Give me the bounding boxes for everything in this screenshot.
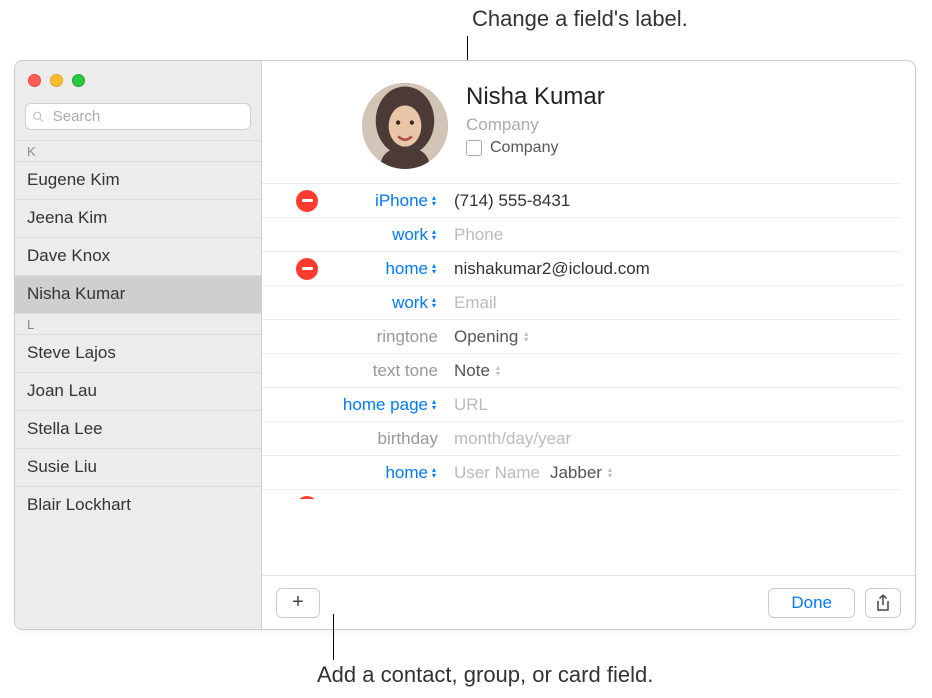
- field-label-dropdown[interactable]: home ▴▾: [324, 259, 444, 279]
- search-wrapper: [15, 97, 261, 140]
- contact-item-stella-lee[interactable]: Stella Lee: [15, 410, 261, 448]
- field-label: home page: [343, 395, 428, 415]
- field-row: birthday month/day/year: [262, 421, 901, 455]
- field-label: work: [392, 293, 428, 313]
- avatar[interactable]: [362, 83, 448, 169]
- field-placeholder[interactable]: Email: [444, 293, 901, 313]
- field-label-dropdown[interactable]: work ▴▾: [324, 293, 444, 313]
- field-value[interactable]: nishakumar2@icloud.com: [444, 259, 901, 279]
- section-header-l: L: [15, 313, 261, 334]
- field-row-partial: [262, 489, 901, 499]
- search-field[interactable]: [25, 103, 251, 130]
- field-label: home: [385, 463, 428, 483]
- minimize-window-button[interactable]: [50, 74, 63, 87]
- callout-bottom-label: Add a contact, group, or card field.: [317, 662, 653, 688]
- field-row: home ▴▾ nishakumar2@icloud.com: [262, 251, 901, 285]
- ringtone-select[interactable]: Opening ▴▾: [454, 327, 530, 347]
- delete-field-button[interactable]: [296, 258, 318, 280]
- callout-bottom-line: [333, 614, 334, 660]
- field-placeholder[interactable]: month/day/year: [444, 429, 901, 449]
- avatar-image: [362, 83, 448, 169]
- contact-card-pane: Nisha Kumar Company Company iPhone ▴▾ (7…: [262, 61, 915, 629]
- sidebar: K Eugene Kim Jeena Kim Dave Knox Nisha K…: [15, 61, 262, 629]
- field-label: work: [392, 225, 428, 245]
- delete-field-button[interactable]: [296, 190, 318, 212]
- delete-field-button[interactable]: [296, 496, 318, 499]
- company-checkbox[interactable]: [466, 140, 482, 156]
- share-icon: [875, 594, 891, 612]
- search-input[interactable]: [51, 107, 244, 126]
- chevron-updown-icon: ▴▾: [522, 331, 530, 343]
- select-value: Jabber: [550, 463, 602, 483]
- done-button[interactable]: Done: [768, 588, 855, 618]
- im-service-select[interactable]: Jabber ▴▾: [550, 463, 614, 483]
- field-label: text tone: [373, 361, 438, 381]
- name-block: Nisha Kumar Company Company: [466, 83, 605, 169]
- contact-item-blair-lockhart[interactable]: Blair Lockhart: [15, 486, 261, 524]
- field-label-dropdown[interactable]: iPhone ▴▾: [324, 191, 444, 211]
- section-header-k: K: [15, 140, 261, 161]
- field-im-row: User Name Jabber ▴▾: [444, 463, 901, 483]
- card-header: Nisha Kumar Company Company: [262, 61, 915, 183]
- field-label-dropdown[interactable]: home ▴▾: [324, 463, 444, 483]
- chevron-updown-icon: ▴▾: [494, 365, 502, 377]
- field-label-static: ringtone: [324, 327, 444, 347]
- field-placeholder[interactable]: URL: [444, 395, 901, 415]
- contact-item-eugene-kim[interactable]: Eugene Kim: [15, 161, 261, 199]
- chevron-updown-icon: ▴▾: [430, 467, 438, 479]
- chevron-updown-icon: ▴▾: [430, 195, 438, 207]
- select-value: Opening: [454, 327, 518, 347]
- add-button[interactable]: +: [276, 588, 320, 618]
- field-select[interactable]: Note ▴▾: [444, 361, 901, 381]
- field-row: text tone Note ▴▾: [262, 353, 901, 387]
- field-row: home page ▴▾ URL: [262, 387, 901, 421]
- search-icon: [32, 110, 45, 124]
- share-button[interactable]: [865, 588, 901, 618]
- field-label-static: text tone: [324, 361, 444, 381]
- field-row: iPhone ▴▾ (714) 555-8431: [262, 183, 901, 217]
- chevron-updown-icon: ▴▾: [430, 263, 438, 275]
- field-select[interactable]: Opening ▴▾: [444, 327, 901, 347]
- field-row: work ▴▾ Phone: [262, 217, 901, 251]
- field-row: ringtone Opening ▴▾: [262, 319, 901, 353]
- chevron-updown-icon: ▴▾: [606, 467, 614, 479]
- close-window-button[interactable]: [28, 74, 41, 87]
- contacts-window: K Eugene Kim Jeena Kim Dave Knox Nisha K…: [14, 60, 916, 630]
- select-value: Note: [454, 361, 490, 381]
- company-checkbox-label: Company: [490, 139, 558, 157]
- field-placeholder[interactable]: User Name: [454, 463, 540, 483]
- field-label: ringtone: [377, 327, 438, 347]
- chevron-updown-icon: ▴▾: [430, 297, 438, 309]
- field-label: birthday: [378, 429, 438, 449]
- company-placeholder[interactable]: Company: [466, 115, 605, 135]
- field-label: home: [385, 259, 428, 279]
- fields-list: iPhone ▴▾ (714) 555-8431 work ▴▾ Phone h…: [262, 183, 915, 575]
- field-row: work ▴▾ Email: [262, 285, 901, 319]
- field-value[interactable]: (714) 555-8431: [444, 191, 901, 211]
- window-controls: [15, 61, 261, 97]
- chevron-updown-icon: ▴▾: [430, 229, 438, 241]
- field-label: iPhone: [375, 191, 428, 211]
- callout-top-label: Change a field's label.: [472, 6, 688, 32]
- field-placeholder[interactable]: Phone: [444, 225, 901, 245]
- contact-item-nisha-kumar[interactable]: Nisha Kumar: [15, 275, 261, 313]
- contact-item-dave-knox[interactable]: Dave Knox: [15, 237, 261, 275]
- field-label-dropdown[interactable]: work ▴▾: [324, 225, 444, 245]
- field-label-dropdown[interactable]: home page ▴▾: [324, 395, 444, 415]
- field-row: home ▴▾ User Name Jabber ▴▾: [262, 455, 901, 489]
- contact-item-joan-lau[interactable]: Joan Lau: [15, 372, 261, 410]
- contact-item-jeena-kim[interactable]: Jeena Kim: [15, 199, 261, 237]
- field-label-static: birthday: [324, 429, 444, 449]
- contact-item-steve-lajos[interactable]: Steve Lajos: [15, 334, 261, 372]
- contact-name[interactable]: Nisha Kumar: [466, 83, 605, 111]
- contact-item-susie-liu[interactable]: Susie Liu: [15, 448, 261, 486]
- card-footer: + Done: [262, 575, 915, 629]
- texttone-select[interactable]: Note ▴▾: [454, 361, 502, 381]
- chevron-updown-icon: ▴▾: [430, 399, 438, 411]
- company-checkbox-row: Company: [466, 139, 605, 157]
- zoom-window-button[interactable]: [72, 74, 85, 87]
